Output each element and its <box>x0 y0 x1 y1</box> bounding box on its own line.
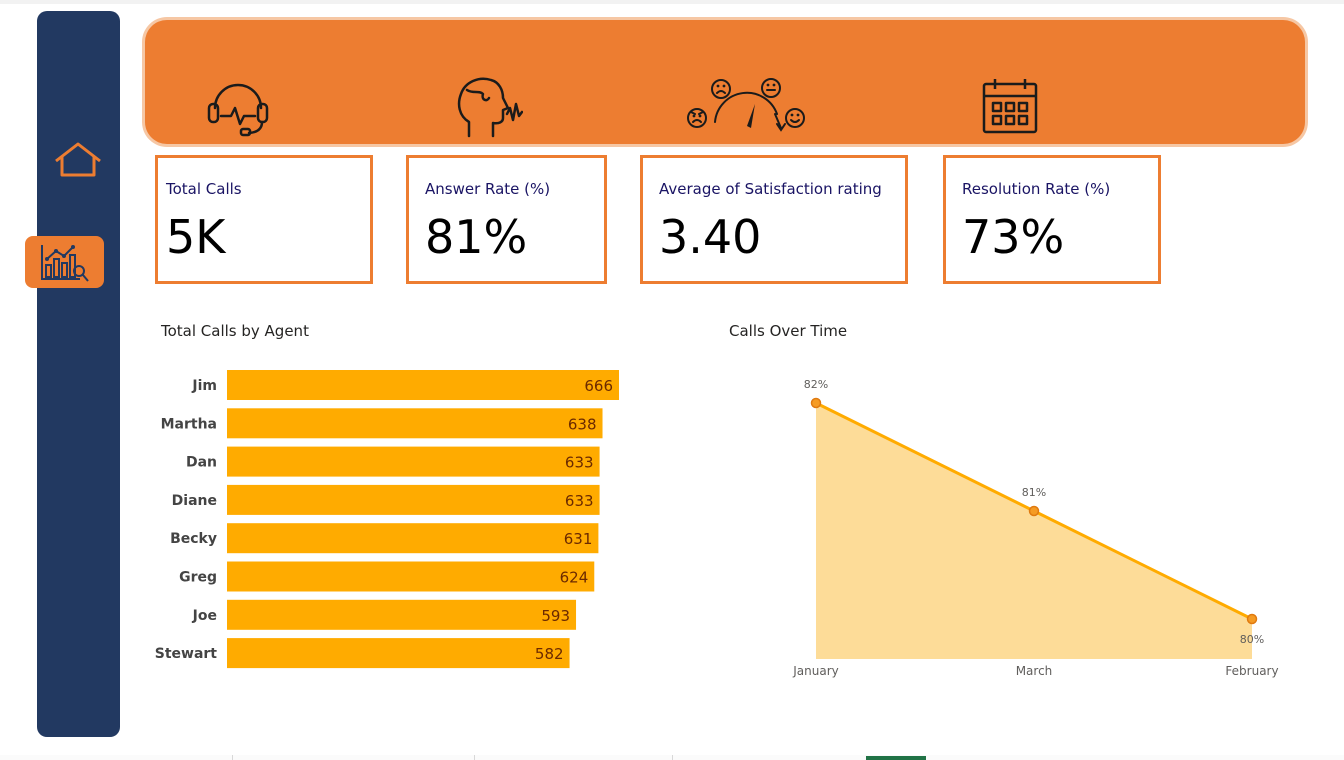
bar-dan[interactable] <box>227 446 600 477</box>
bar-value-label: 666 <box>584 377 613 395</box>
bar-jim[interactable] <box>227 370 619 400</box>
bar-value-label: 638 <box>568 415 597 433</box>
tab-separator <box>232 755 233 760</box>
calls-by-agent-bar-chart[interactable]: Jim 666 Martha 638 Dan 633 Diane 633 Becky 631 Gre… <box>150 360 650 680</box>
kpi-label: Average of Satisfaction rating <box>659 180 882 198</box>
headset-icon <box>207 83 269 137</box>
analytics-icon <box>40 245 89 282</box>
calls-over-time-area-chart[interactable]: 82% January 81% March 80% February <box>760 360 1320 700</box>
kpi-card-resolution-rate[interactable]: Resolution Rate (%) 73% <box>943 155 1161 284</box>
bar-category-label: Becky <box>170 531 217 547</box>
bar-category-label: Martha <box>161 416 217 432</box>
sidebar <box>37 11 120 737</box>
kpi-label: Resolution Rate (%) <box>962 180 1111 198</box>
satisfaction-gauge-icon <box>687 78 805 132</box>
home-nav-button[interactable] <box>53 140 103 180</box>
bar-category-label: Jim <box>191 378 217 394</box>
bar-value-label: 624 <box>560 569 589 587</box>
kpi-card-satisfaction[interactable]: Average of Satisfaction rating 3.40 <box>640 155 908 284</box>
area-chart-title: Calls Over Time <box>729 322 848 340</box>
data-label: 82% <box>804 378 828 391</box>
x-axis-tick-label: February <box>1225 664 1278 678</box>
data-label: 80% <box>1240 633 1264 646</box>
speaking-head-icon <box>457 77 523 138</box>
bar-chart-title: Total Calls by Agent <box>161 322 309 340</box>
kpi-value: 3.40 <box>659 210 762 264</box>
area-fill <box>816 403 1252 659</box>
data-label: 81% <box>1022 486 1046 499</box>
data-point-february[interactable] <box>1246 613 1258 625</box>
bar-value-label: 631 <box>564 530 593 548</box>
analytics-nav-button[interactable] <box>25 236 104 288</box>
data-point-january[interactable] <box>810 397 822 409</box>
kpi-label: Answer Rate (%) <box>425 180 551 198</box>
bar-category-label: Greg <box>179 570 217 586</box>
bar-category-label: Stewart <box>155 646 218 662</box>
window-top-border <box>0 0 1344 4</box>
bar-becky[interactable] <box>227 523 599 554</box>
bar-greg[interactable] <box>227 561 595 592</box>
tab-separator <box>474 755 475 760</box>
kpi-value: 5K <box>166 210 226 264</box>
kpi-card-answer-rate[interactable]: Answer Rate (%) 81% <box>406 155 607 284</box>
bar-value-label: 633 <box>565 492 594 510</box>
bar-joe[interactable] <box>227 599 577 630</box>
tab-separator <box>672 755 673 760</box>
active-page-tab[interactable] <box>866 756 926 760</box>
bar-value-label: 582 <box>535 645 564 663</box>
data-point-march[interactable] <box>1028 505 1040 517</box>
calendar-icon <box>982 79 1038 134</box>
bar-value-label: 633 <box>565 454 594 472</box>
bar-stewart[interactable] <box>227 638 570 669</box>
kpi-label: Total Calls <box>166 180 242 198</box>
kpi-value: 81% <box>425 210 528 264</box>
kpi-value: 73% <box>962 210 1065 264</box>
bar-diane[interactable] <box>227 484 600 515</box>
home-icon <box>55 142 101 177</box>
x-axis-tick-label: January <box>792 664 839 678</box>
header-banner <box>145 20 1305 144</box>
bar-category-label: Dan <box>186 455 217 471</box>
kpi-card-total-calls[interactable]: Total Calls 5K <box>155 155 373 284</box>
x-axis-tick-label: March <box>1016 664 1053 678</box>
bar-martha[interactable] <box>227 408 603 439</box>
bar-category-label: Diane <box>172 493 217 509</box>
bar-value-label: 593 <box>541 607 570 625</box>
bar-category-label: Joe <box>192 608 217 624</box>
